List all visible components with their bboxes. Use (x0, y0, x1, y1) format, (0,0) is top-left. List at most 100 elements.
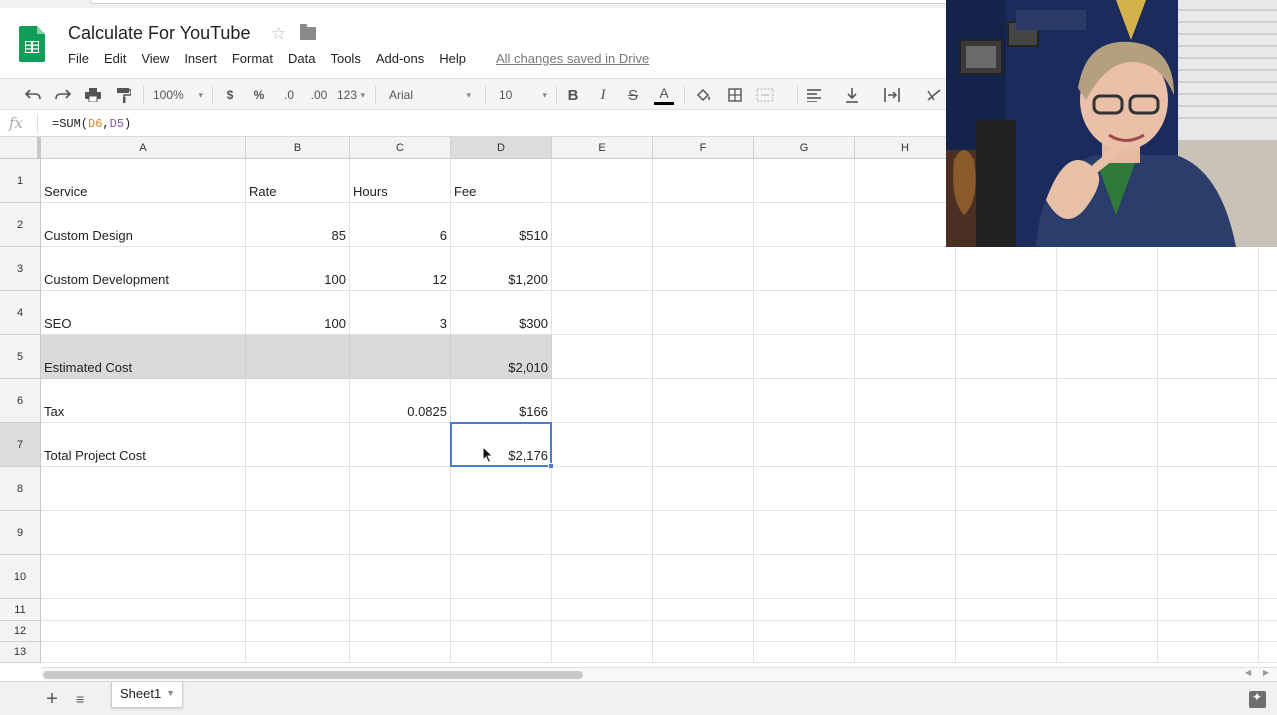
cell-b10[interactable] (246, 555, 350, 599)
increase-decimals-button[interactable]: .00 (307, 85, 331, 105)
text-color-button[interactable]: A (653, 85, 675, 105)
cell-a4[interactable]: SEO (41, 291, 246, 335)
cell-b9[interactable] (246, 511, 350, 555)
currency-button[interactable]: $ (220, 85, 240, 105)
cell-b3[interactable]: 100 (246, 247, 350, 291)
cell-a7[interactable]: Total Project Cost (41, 423, 246, 467)
cell-b4[interactable]: 100 (246, 291, 350, 335)
row-header-7[interactable]: 7 (0, 423, 41, 467)
merge-cells-icon[interactable] (756, 85, 790, 105)
cell-e8[interactable] (552, 467, 653, 511)
cell-f10[interactable] (653, 555, 754, 599)
cell-g13[interactable] (754, 642, 855, 663)
scroll-left-icon[interactable]: ◀ (1245, 668, 1251, 677)
cell-d8[interactable] (451, 467, 552, 511)
sheet-tab-sheet1[interactable]: Sheet1 ▼ (111, 682, 183, 708)
fill-handle[interactable] (548, 463, 554, 469)
cell-d7[interactable]: $2,176 (451, 423, 552, 467)
more-formats-select[interactable]: 123 (337, 85, 367, 105)
cell-l10[interactable] (1259, 555, 1277, 599)
cell-f2[interactable] (653, 203, 754, 247)
cell-a5[interactable]: Estimated Cost (41, 335, 246, 379)
add-sheet-icon[interactable]: + (44, 688, 60, 711)
cell-c9[interactable] (350, 511, 451, 555)
sheets-logo-icon[interactable] (19, 26, 45, 62)
borders-icon[interactable] (725, 85, 745, 105)
cell-a10[interactable] (41, 555, 246, 599)
menu-help[interactable]: Help (439, 51, 466, 66)
strikethrough-button[interactable]: S (623, 85, 643, 105)
menu-format[interactable]: Format (232, 51, 273, 66)
cell-d9[interactable] (451, 511, 552, 555)
row-header-11[interactable]: 11 (0, 599, 41, 621)
cell-j13[interactable] (1057, 642, 1158, 663)
cell-i13[interactable] (956, 642, 1057, 663)
cell-e12[interactable] (552, 621, 653, 642)
cell-k6[interactable] (1158, 379, 1259, 423)
cell-i7[interactable] (956, 423, 1057, 467)
column-header-b[interactable]: B (246, 137, 350, 159)
cell-h13[interactable] (855, 642, 956, 663)
cell-b1[interactable]: Rate (246, 159, 350, 203)
cell-c7[interactable] (350, 423, 451, 467)
cell-f3[interactable] (653, 247, 754, 291)
text-rotation-icon[interactable] (924, 85, 944, 105)
cell-b5[interactable] (246, 335, 350, 379)
cell-l7[interactable] (1259, 423, 1277, 467)
cell-b11[interactable] (246, 599, 350, 621)
decrease-decimals-button[interactable]: .0 (278, 85, 300, 105)
cell-e7[interactable] (552, 423, 653, 467)
bold-button[interactable]: B (563, 85, 583, 105)
cell-h4[interactable] (855, 291, 956, 335)
menu-file[interactable]: File (68, 51, 89, 66)
row-header-4[interactable]: 4 (0, 291, 41, 335)
cell-e5[interactable] (552, 335, 653, 379)
all-sheets-icon[interactable]: ≡ (76, 691, 84, 707)
row-header-3[interactable]: 3 (0, 247, 41, 291)
column-header-d[interactable]: D (451, 137, 552, 159)
cell-h6[interactable] (855, 379, 956, 423)
cell-e9[interactable] (552, 511, 653, 555)
vertical-align-icon[interactable] (845, 85, 875, 105)
cell-g2[interactable] (754, 203, 855, 247)
cell-k10[interactable] (1158, 555, 1259, 599)
cell-h1[interactable] (855, 159, 956, 203)
document-title[interactable]: Calculate For YouTube (68, 23, 250, 44)
cell-d6[interactable]: $166 (451, 379, 552, 423)
cell-e1[interactable] (552, 159, 653, 203)
cell-c12[interactable] (350, 621, 451, 642)
cell-f5[interactable] (653, 335, 754, 379)
cell-l9[interactable] (1259, 511, 1277, 555)
cell-h12[interactable] (855, 621, 956, 642)
cell-l12[interactable] (1259, 621, 1277, 642)
cell-b12[interactable] (246, 621, 350, 642)
select-all-corner[interactable] (0, 137, 41, 159)
cell-e2[interactable] (552, 203, 653, 247)
cell-g10[interactable] (754, 555, 855, 599)
cell-c11[interactable] (350, 599, 451, 621)
explore-icon[interactable] (1249, 690, 1266, 708)
cell-d10[interactable] (451, 555, 552, 599)
cell-a13[interactable] (41, 642, 246, 663)
cell-f7[interactable] (653, 423, 754, 467)
cell-i12[interactable] (956, 621, 1057, 642)
cell-f11[interactable] (653, 599, 754, 621)
cell-d2[interactable]: $510 (451, 203, 552, 247)
undo-icon[interactable] (22, 85, 44, 105)
scrollbar-thumb[interactable] (43, 671, 583, 679)
cell-e4[interactable] (552, 291, 653, 335)
row-header-10[interactable]: 10 (0, 555, 41, 599)
cell-e13[interactable] (552, 642, 653, 663)
menu-view[interactable]: View (141, 51, 169, 66)
cell-g5[interactable] (754, 335, 855, 379)
cell-h7[interactable] (855, 423, 956, 467)
cell-j3[interactable] (1057, 247, 1158, 291)
percent-button[interactable]: % (249, 85, 269, 105)
cell-h9[interactable] (855, 511, 956, 555)
cell-k13[interactable] (1158, 642, 1259, 663)
horizontal-scrollbar[interactable]: ◀ ▶ (41, 667, 1277, 681)
cell-l11[interactable] (1259, 599, 1277, 621)
menu-insert[interactable]: Insert (184, 51, 217, 66)
zoom-select[interactable]: 100% (153, 85, 205, 105)
cell-h2[interactable] (855, 203, 956, 247)
